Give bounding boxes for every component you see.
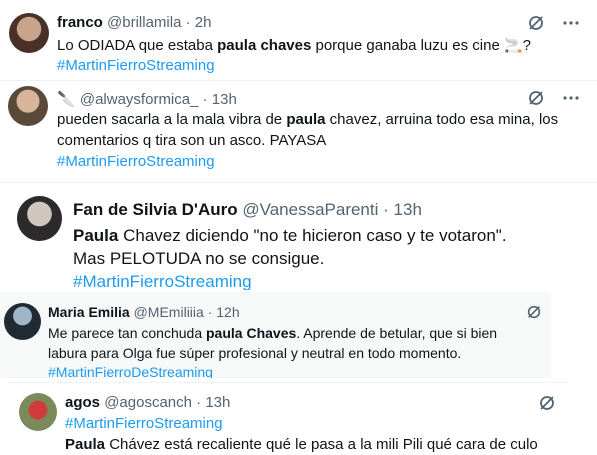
- timestamp[interactable]: 13h: [394, 200, 422, 219]
- grok-icon[interactable]: [538, 394, 556, 412]
- more-options-icon[interactable]: [562, 89, 580, 107]
- display-name[interactable]: Fan de Silvia D'Auro: [73, 200, 238, 219]
- handle[interactable]: @agoscanch: [104, 394, 192, 411]
- handle[interactable]: @VanessaParenti: [242, 200, 378, 219]
- tweet-text-line: labura para Olga fue súper profesional y…: [48, 345, 462, 361]
- tweet-text-line: Me parece tan conchuda paula Chaves. Apr…: [48, 325, 498, 341]
- avatar[interactable]: [17, 196, 62, 241]
- tweet-text-line: Lo ODIADA que estaba paula chaves porque…: [57, 37, 531, 54]
- timestamp[interactable]: 13h: [205, 394, 230, 411]
- tweet-card-memiliiia[interactable]: Maria Emilia @MEmiliiia · 12h Me parece …: [0, 292, 551, 378]
- more-options-icon[interactable]: [562, 14, 580, 32]
- display-name[interactable]: agos: [65, 394, 100, 411]
- display-name[interactable]: Maria Emilia: [48, 304, 130, 320]
- hashtag-link[interactable]: #MartinFierroStreaming: [57, 153, 215, 170]
- tweet-text-line: comentarios q tira son un asco. PAYASA: [57, 132, 327, 149]
- handle[interactable]: @brillamila: [107, 14, 181, 31]
- timestamp[interactable]: 12h: [216, 304, 239, 320]
- hashtag-link[interactable]: #MartinFierroStreaming: [57, 57, 215, 74]
- hashtag-link[interactable]: #MartinFierroStreaming: [65, 415, 223, 432]
- avatar[interactable]: [8, 86, 48, 126]
- handle[interactable]: @alwaysformica_: [80, 91, 199, 108]
- display-name[interactable]: 🔪: [57, 91, 76, 108]
- tweet-text-line: Paula Chávez está recaliente qué le pasa…: [65, 436, 538, 453]
- grok-icon[interactable]: [527, 14, 545, 32]
- grok-icon[interactable]: [527, 89, 545, 107]
- grok-icon[interactable]: [526, 304, 542, 320]
- timestamp[interactable]: 13h: [212, 91, 237, 108]
- tweet-card-vanessaparenti[interactable]: Fan de Silvia D'Auro @VanessaParenti · 1…: [0, 182, 597, 290]
- hashtag-link[interactable]: #MartinFierroStreaming: [73, 272, 252, 290]
- timestamp[interactable]: 2h: [195, 14, 212, 31]
- tweet-card-agoscanch[interactable]: agos @agoscanch · 13h #MartinFierroStrea…: [8, 382, 568, 455]
- hashtag-link[interactable]: #MartinFierroDeStreaming: [48, 364, 213, 378]
- avatar[interactable]: [4, 303, 41, 340]
- tweet-card-alwaysformica[interactable]: 🔪 @alwaysformica_ · 13h pueden sacarla a…: [0, 81, 597, 178]
- handle[interactable]: @MEmiliiia: [134, 304, 204, 320]
- avatar[interactable]: [19, 393, 57, 431]
- tweet-card-franco[interactable]: franco @brillamila · 2h Lo ODIADA que es…: [0, 0, 597, 80]
- avatar[interactable]: [9, 13, 49, 53]
- tweet-text-line: pueden sacarla a la mala vibra de paula …: [57, 111, 559, 128]
- tweet-text-line: Mas PELOTUDA no se consigue.: [73, 249, 325, 268]
- display-name[interactable]: franco: [57, 14, 103, 31]
- tweet-text-line: Paula Chavez diciendo "no te hicieron ca…: [73, 226, 507, 245]
